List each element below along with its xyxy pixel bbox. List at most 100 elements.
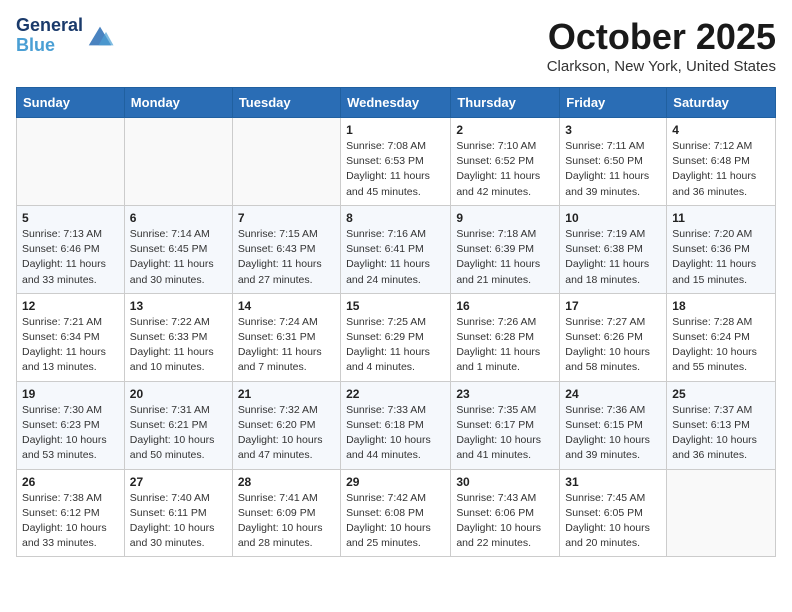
day-number: 4 xyxy=(672,123,770,137)
day-info: Sunrise: 7:38 AM Sunset: 6:12 PM Dayligh… xyxy=(22,491,119,552)
day-number: 21 xyxy=(238,387,335,401)
calendar-week-row: 19 Sunrise: 7:30 AM Sunset: 6:23 PM Dayli… xyxy=(17,381,776,469)
day-info: Sunrise: 7:35 AM Sunset: 6:17 PM Dayligh… xyxy=(456,403,554,464)
day-header-monday: Monday xyxy=(124,88,232,118)
day-number: 20 xyxy=(130,387,227,401)
calendar-header-row: SundayMondayTuesdayWednesdayThursdayFrid… xyxy=(17,88,776,118)
day-number: 30 xyxy=(456,475,554,489)
day-header-saturday: Saturday xyxy=(667,88,776,118)
day-number: 23 xyxy=(456,387,554,401)
calendar-week-row: 26 Sunrise: 7:38 AM Sunset: 6:12 PM Dayli… xyxy=(17,469,776,557)
day-number: 11 xyxy=(672,211,770,225)
day-info: Sunrise: 7:12 AM Sunset: 6:48 PM Dayligh… xyxy=(672,139,770,200)
day-info: Sunrise: 7:45 AM Sunset: 6:05 PM Dayligh… xyxy=(565,491,661,552)
day-info: Sunrise: 7:20 AM Sunset: 6:36 PM Dayligh… xyxy=(672,227,770,288)
day-header-friday: Friday xyxy=(560,88,667,118)
day-info: Sunrise: 7:31 AM Sunset: 6:21 PM Dayligh… xyxy=(130,403,227,464)
day-number: 10 xyxy=(565,211,661,225)
day-info: Sunrise: 7:32 AM Sunset: 6:20 PM Dayligh… xyxy=(238,403,335,464)
calendar-cell: 14 Sunrise: 7:24 AM Sunset: 6:31 PM Dayli… xyxy=(232,293,340,381)
day-number: 22 xyxy=(346,387,445,401)
calendar-cell: 18Sunrise: 7:28 AM Sunset: 6:24 PM Dayli… xyxy=(667,293,776,381)
month-title: October 2025 xyxy=(547,16,776,58)
calendar-cell xyxy=(124,118,232,206)
day-header-thursday: Thursday xyxy=(451,88,560,118)
calendar-week-row: 12 Sunrise: 7:21 AM Sunset: 6:34 PM Dayli… xyxy=(17,293,776,381)
calendar-cell: 9Sunrise: 7:18 AM Sunset: 6:39 PM Daylig… xyxy=(451,205,560,293)
day-info: Sunrise: 7:15 AM Sunset: 6:43 PM Dayligh… xyxy=(238,227,335,288)
calendar-cell: 23 Sunrise: 7:35 AM Sunset: 6:17 PM Dayli… xyxy=(451,381,560,469)
day-number: 1 xyxy=(346,123,445,137)
day-header-tuesday: Tuesday xyxy=(232,88,340,118)
page-header: GeneralBlue October 2025 Clarkson, New Y… xyxy=(16,16,776,75)
day-number: 28 xyxy=(238,475,335,489)
day-number: 27 xyxy=(130,475,227,489)
day-number: 14 xyxy=(238,299,335,313)
calendar-cell: 19 Sunrise: 7:30 AM Sunset: 6:23 PM Dayli… xyxy=(17,381,125,469)
day-header-sunday: Sunday xyxy=(17,88,125,118)
calendar-cell: 31 Sunrise: 7:45 AM Sunset: 6:05 PM Dayli… xyxy=(560,469,667,557)
day-number: 15 xyxy=(346,299,445,313)
day-info: Sunrise: 7:33 AM Sunset: 6:18 PM Dayligh… xyxy=(346,403,445,464)
day-number: 5 xyxy=(22,211,119,225)
day-info: Sunrise: 7:26 AM Sunset: 6:28 PM Dayligh… xyxy=(456,315,554,376)
calendar-table: SundayMondayTuesdayWednesdayThursdayFrid… xyxy=(16,87,776,557)
day-info: Sunrise: 7:37 AM Sunset: 6:13 PM Dayligh… xyxy=(672,403,770,464)
day-info: Sunrise: 7:43 AM Sunset: 6:06 PM Dayligh… xyxy=(456,491,554,552)
day-number: 9 xyxy=(456,211,554,225)
calendar-cell xyxy=(232,118,340,206)
day-info: Sunrise: 7:42 AM Sunset: 6:08 PM Dayligh… xyxy=(346,491,445,552)
calendar-cell: 29Sunrise: 7:42 AM Sunset: 6:08 PM Dayli… xyxy=(341,469,451,557)
day-info: Sunrise: 7:30 AM Sunset: 6:23 PM Dayligh… xyxy=(22,403,119,464)
day-number: 26 xyxy=(22,475,119,489)
day-number: 13 xyxy=(130,299,227,313)
day-info: Sunrise: 7:10 AM Sunset: 6:52 PM Dayligh… xyxy=(456,139,554,200)
day-number: 19 xyxy=(22,387,119,401)
calendar-body: 1 Sunrise: 7:08 AM Sunset: 6:53 PM Daylig… xyxy=(17,118,776,557)
day-info: Sunrise: 7:25 AM Sunset: 6:29 PM Dayligh… xyxy=(346,315,445,376)
calendar-cell: 24Sunrise: 7:36 AM Sunset: 6:15 PM Dayli… xyxy=(560,381,667,469)
calendar-cell: 15 Sunrise: 7:25 AM Sunset: 6:29 PM Dayli… xyxy=(341,293,451,381)
calendar-cell: 4 Sunrise: 7:12 AM Sunset: 6:48 PM Daylig… xyxy=(667,118,776,206)
calendar-cell: 28 Sunrise: 7:41 AM Sunset: 6:09 PM Dayli… xyxy=(232,469,340,557)
calendar-cell: 16 Sunrise: 7:26 AM Sunset: 6:28 PM Dayli… xyxy=(451,293,560,381)
calendar-cell: 1 Sunrise: 7:08 AM Sunset: 6:53 PM Daylig… xyxy=(341,118,451,206)
calendar-cell: 22 Sunrise: 7:33 AM Sunset: 6:18 PM Dayli… xyxy=(341,381,451,469)
day-number: 16 xyxy=(456,299,554,313)
day-info: Sunrise: 7:14 AM Sunset: 6:45 PM Dayligh… xyxy=(130,227,227,288)
calendar-cell: 12 Sunrise: 7:21 AM Sunset: 6:34 PM Dayli… xyxy=(17,293,125,381)
calendar-cell: 25 Sunrise: 7:37 AM Sunset: 6:13 PM Dayli… xyxy=(667,381,776,469)
day-info: Sunrise: 7:24 AM Sunset: 6:31 PM Dayligh… xyxy=(238,315,335,376)
day-number: 7 xyxy=(238,211,335,225)
calendar-cell: 5Sunrise: 7:13 AM Sunset: 6:46 PM Daylig… xyxy=(17,205,125,293)
day-number: 25 xyxy=(672,387,770,401)
logo-icon xyxy=(85,21,115,51)
calendar-cell: 21 Sunrise: 7:32 AM Sunset: 6:20 PM Dayli… xyxy=(232,381,340,469)
day-info: Sunrise: 7:21 AM Sunset: 6:34 PM Dayligh… xyxy=(22,315,119,376)
day-info: Sunrise: 7:19 AM Sunset: 6:38 PM Dayligh… xyxy=(565,227,661,288)
day-number: 3 xyxy=(565,123,661,137)
day-number: 31 xyxy=(565,475,661,489)
calendar-cell: 11 Sunrise: 7:20 AM Sunset: 6:36 PM Dayli… xyxy=(667,205,776,293)
calendar-week-row: 1 Sunrise: 7:08 AM Sunset: 6:53 PM Daylig… xyxy=(17,118,776,206)
location: Clarkson, New York, United States xyxy=(547,58,776,75)
calendar-cell xyxy=(667,469,776,557)
day-info: Sunrise: 7:27 AM Sunset: 6:26 PM Dayligh… xyxy=(565,315,661,376)
day-info: Sunrise: 7:36 AM Sunset: 6:15 PM Dayligh… xyxy=(565,403,661,464)
day-info: Sunrise: 7:28 AM Sunset: 6:24 PM Dayligh… xyxy=(672,315,770,376)
day-number: 2 xyxy=(456,123,554,137)
calendar-cell: 17Sunrise: 7:27 AM Sunset: 6:26 PM Dayli… xyxy=(560,293,667,381)
day-number: 6 xyxy=(130,211,227,225)
day-header-wednesday: Wednesday xyxy=(341,88,451,118)
logo: GeneralBlue xyxy=(16,16,115,56)
calendar-cell: 26 Sunrise: 7:38 AM Sunset: 6:12 PM Dayli… xyxy=(17,469,125,557)
day-info: Sunrise: 7:40 AM Sunset: 6:11 PM Dayligh… xyxy=(130,491,227,552)
calendar-cell xyxy=(17,118,125,206)
day-info: Sunrise: 7:41 AM Sunset: 6:09 PM Dayligh… xyxy=(238,491,335,552)
day-number: 12 xyxy=(22,299,119,313)
logo-text: GeneralBlue xyxy=(16,16,83,56)
calendar-cell: 30 Sunrise: 7:43 AM Sunset: 6:06 PM Dayli… xyxy=(451,469,560,557)
day-info: Sunrise: 7:08 AM Sunset: 6:53 PM Dayligh… xyxy=(346,139,445,200)
calendar-cell: 20 Sunrise: 7:31 AM Sunset: 6:21 PM Dayli… xyxy=(124,381,232,469)
calendar-cell: 2 Sunrise: 7:10 AM Sunset: 6:52 PM Daylig… xyxy=(451,118,560,206)
